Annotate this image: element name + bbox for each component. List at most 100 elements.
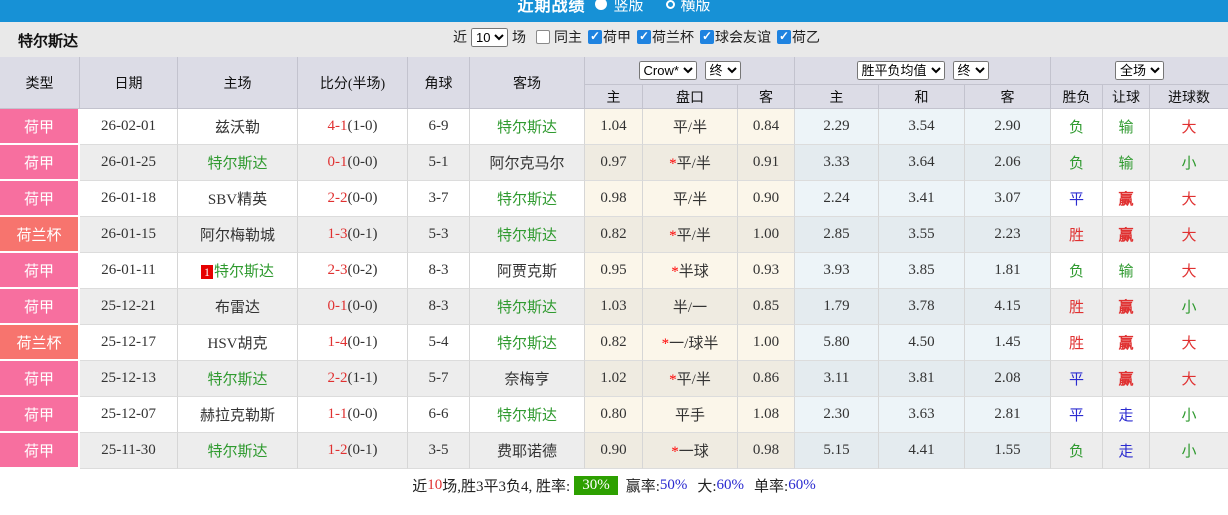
- subheader-away-odds: 客: [738, 85, 795, 109]
- league-checkbox-eredivisie[interactable]: [588, 29, 602, 44]
- recent-count-select[interactable]: 10: [471, 27, 508, 47]
- match-row: 荷甲 26-01-25 特尔斯达 0-1(0-0) 5-1 阿尔克马尔 0.97 *平/半 0.…: [0, 145, 1228, 181]
- league-cell: 荷甲: [0, 433, 80, 469]
- handicap-result-cell: 赢: [1103, 289, 1150, 325]
- date-cell: 25-12-17: [80, 325, 178, 361]
- avg-win-cell: 3.33: [795, 145, 879, 181]
- away-team-cell: 阿尔克马尔: [470, 145, 585, 181]
- asterisk-icon: *: [669, 228, 677, 244]
- summary-count: 10: [427, 476, 443, 493]
- full-score: 2-2: [327, 370, 348, 386]
- away-team-cell: 奈梅亨: [470, 361, 585, 397]
- away-odds-cell: 1.00: [738, 325, 795, 361]
- half-score: (0-0): [347, 406, 378, 422]
- single-label: 单率:: [754, 478, 789, 495]
- full-score: 1-1: [327, 406, 348, 422]
- match-row: 荷甲 25-12-07 赫拉克勒斯 1-1(0-0) 6-6 特尔斯达 0.80 平手 1.08…: [0, 397, 1228, 433]
- result-cell: 胜: [1051, 325, 1103, 361]
- date-cell: 25-11-30: [80, 433, 178, 469]
- handicap-result-cell: 输: [1103, 145, 1150, 181]
- half-score: (0-1): [347, 442, 378, 458]
- average-select[interactable]: 胜平负均值: [856, 61, 945, 80]
- same-home-label: 同主: [554, 31, 582, 46]
- away-team-cell: 特尔斯达: [470, 109, 585, 145]
- score-cell: 2-3(0-2): [298, 253, 408, 289]
- handicap-result-cell: 走: [1103, 397, 1150, 433]
- subheader-goals: 进球数: [1150, 85, 1228, 109]
- home-team-cell: 特尔斯达: [178, 361, 298, 397]
- recent-results-panel: 近期战绩 竖版 横版 特尔斯达 近 10 场 同主 荷甲 荷兰杯 球会友谊 荷乙: [0, 0, 1228, 515]
- handicap-result-cell: 赢: [1103, 217, 1150, 253]
- date-cell: 26-01-25: [80, 145, 178, 181]
- scope-select-group: 全场: [1051, 57, 1228, 85]
- half-score: (0-2): [347, 262, 378, 278]
- home-odds-cell: 0.82: [585, 217, 643, 253]
- league-checkbox-club-friendly[interactable]: [700, 29, 714, 44]
- avg-win-cell: 2.24: [795, 181, 879, 217]
- goals-cell: 小: [1150, 397, 1228, 433]
- away-team-cell: 特尔斯达: [470, 325, 585, 361]
- result-cell: 负: [1051, 253, 1103, 289]
- result-cell: 负: [1051, 145, 1103, 181]
- corner-cell: 8-3: [408, 253, 470, 289]
- avg-draw-cell: 3.55: [879, 217, 965, 253]
- avg-draw-cell: 3.54: [879, 109, 965, 145]
- home-team-cell: 兹沃勒: [178, 109, 298, 145]
- away-odds-cell: 0.98: [738, 433, 795, 469]
- bookmaker-select[interactable]: Crow*: [638, 61, 697, 80]
- league-checkbox-knvb-cup[interactable]: [637, 29, 651, 44]
- win-rate-badge: 30%: [574, 475, 618, 495]
- result-cell: 平: [1051, 181, 1103, 217]
- asterisk-icon: *: [661, 336, 670, 352]
- vertical-layout-label[interactable]: 竖版: [613, 0, 643, 15]
- avg-draw-cell: 4.50: [879, 325, 965, 361]
- scope-select[interactable]: 全场: [1115, 61, 1164, 80]
- avg-draw-cell: 3.63: [879, 397, 965, 433]
- handicap-cell: 平/半: [643, 109, 738, 145]
- half-score: (1-1): [347, 370, 378, 386]
- horizontal-layout-radio[interactable]: [665, 0, 675, 9]
- summary-record: 场,胜3平3负4, 胜率:: [442, 478, 571, 495]
- match-row: 荷兰杯 26-01-15 阿尔梅勒城 1-3(0-1) 5-3 特尔斯达 0.82 *平/半 1…: [0, 217, 1228, 253]
- odds-select-group: Crow* 终: [585, 57, 795, 85]
- home-team-cell: 阿尔梅勒城: [178, 217, 298, 253]
- avg-win-cell: 5.15: [795, 433, 879, 469]
- match-row: 荷甲 25-12-13 特尔斯达 2-2(1-1) 5-7 奈梅亨 1.02 *平/半 0.86…: [0, 361, 1228, 397]
- topbar: 近期战绩 竖版 横版: [0, 0, 1228, 22]
- handicap-result-cell: 赢: [1103, 325, 1150, 361]
- average-stage-select[interactable]: 终: [952, 61, 989, 80]
- header-home: 主场: [178, 57, 298, 109]
- league-cell: 荷甲: [0, 361, 80, 397]
- goals-cell: 大: [1150, 253, 1228, 289]
- league-cell: 荷甲: [0, 145, 80, 181]
- league-label-knvb-cup: 荷兰杯: [652, 31, 694, 46]
- recent-label: 近: [453, 31, 467, 46]
- away-odds-cell: 1.00: [738, 217, 795, 253]
- league-checkbox-eerste-divisie[interactable]: [777, 29, 791, 44]
- full-score: 0-1: [327, 154, 348, 170]
- horizontal-layout-label[interactable]: 横版: [681, 0, 711, 15]
- corner-cell: 6-9: [408, 109, 470, 145]
- goals-cell: 大: [1150, 325, 1228, 361]
- match-row: 荷兰杯 25-12-17 HSV胡克 1-4(0-1) 5-4 特尔斯达 0.82 *一/球半…: [0, 325, 1228, 361]
- same-home-checkbox[interactable]: [536, 30, 550, 44]
- match-row: 荷甲 25-11-30 特尔斯达 1-2(0-1) 3-5 费耶诺德 0.90 *一球 0.98…: [0, 433, 1228, 469]
- corner-cell: 3-5: [408, 433, 470, 469]
- half-score: (0-1): [347, 334, 378, 350]
- corner-cell: 8-3: [408, 289, 470, 325]
- full-score: 0-1: [327, 298, 348, 314]
- handicap-cell: *平/半: [643, 361, 738, 397]
- away-odds-cell: 0.84: [738, 109, 795, 145]
- avg-lose-cell: 1.81: [965, 253, 1051, 289]
- league-cell: 荷甲: [0, 181, 80, 217]
- home-odds-cell: 0.97: [585, 145, 643, 181]
- vertical-layout-radio[interactable]: [595, 0, 608, 10]
- header-type: 类型: [0, 57, 80, 109]
- away-odds-cell: 0.93: [738, 253, 795, 289]
- bookmaker-stage-select[interactable]: 终: [704, 61, 741, 80]
- corner-cell: 6-6: [408, 397, 470, 433]
- result-cell: 胜: [1051, 289, 1103, 325]
- home-odds-cell: 1.03: [585, 289, 643, 325]
- corner-cell: 5-1: [408, 145, 470, 181]
- away-team-cell: 特尔斯达: [470, 289, 585, 325]
